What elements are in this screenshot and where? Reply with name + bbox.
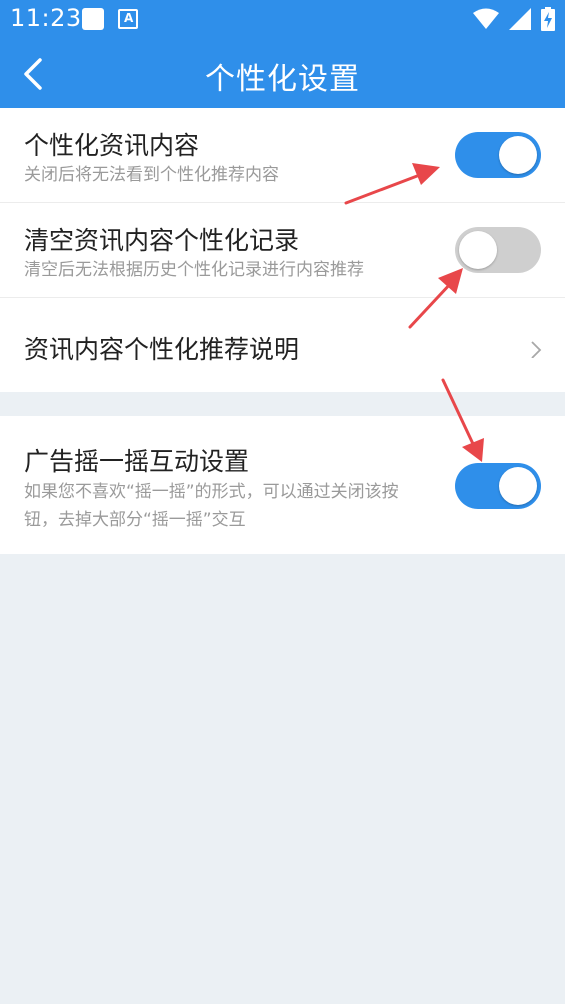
setting-row-clear-records: 清空资讯内容个性化记录 清空后无法根据历史个性化记录进行内容推荐 — [0, 203, 565, 297]
setting-subtitle-line-1: 如果您不喜欢“摇一摇”的形式，可以通过关闭该按 — [24, 482, 399, 502]
page-title: 个性化设置 — [205, 62, 360, 97]
setting-row-shake-ad: 广告摇一摇互动设置 如果您不喜欢“摇一摇”的形式，可以通过关闭该按 钮，去掉大部… — [0, 416, 565, 554]
setting-row-personalized-content: 个性化资讯内容 关闭后将无法看到个性化推荐内容 — [0, 108, 565, 202]
setting-title: 资讯内容个性化推荐说明 — [24, 335, 300, 364]
ad-section: 广告摇一摇互动设置 如果您不喜欢“摇一摇”的形式，可以通过关闭该按 钮，去掉大部… — [0, 416, 565, 554]
toggle-knob — [499, 136, 537, 174]
setting-title: 个性化资讯内容 — [24, 131, 200, 160]
setting-title: 清空资讯内容个性化记录 — [24, 226, 300, 255]
shake-ad-toggle[interactable] — [455, 463, 541, 509]
app-bar: 个性化设置 — [0, 38, 565, 108]
notification-icon — [82, 8, 104, 30]
status-time: 11:23 — [10, 4, 82, 32]
toggle-knob — [499, 467, 537, 505]
signal-icon — [509, 8, 531, 30]
setting-row-explanation[interactable]: 资讯内容个性化推荐说明 — [0, 298, 565, 392]
personalization-section: 个性化资讯内容 关闭后将无法看到个性化推荐内容 清空资讯内容个性化记录 清空后无… — [0, 108, 565, 392]
setting-subtitle-line-2: 钮，去掉大部分“摇一摇”交互 — [24, 510, 246, 530]
setting-title: 广告摇一摇互动设置 — [24, 447, 250, 476]
battery-charging-icon — [541, 7, 555, 31]
font-notification-icon: A — [118, 9, 138, 29]
setting-subtitle: 关闭后将无法看到个性化推荐内容 — [24, 165, 279, 185]
toggle-knob — [459, 231, 497, 269]
wifi-icon — [473, 8, 499, 29]
chevron-right-icon — [531, 341, 542, 358]
personalized-content-toggle[interactable] — [455, 132, 541, 178]
font-notification-label: A — [124, 11, 134, 25]
setting-subtitle: 清空后无法根据历史个性化记录进行内容推荐 — [24, 260, 364, 280]
status-indicators — [473, 7, 555, 31]
clear-records-toggle[interactable] — [455, 227, 541, 273]
status-bar: 11:23 A — [0, 0, 565, 38]
